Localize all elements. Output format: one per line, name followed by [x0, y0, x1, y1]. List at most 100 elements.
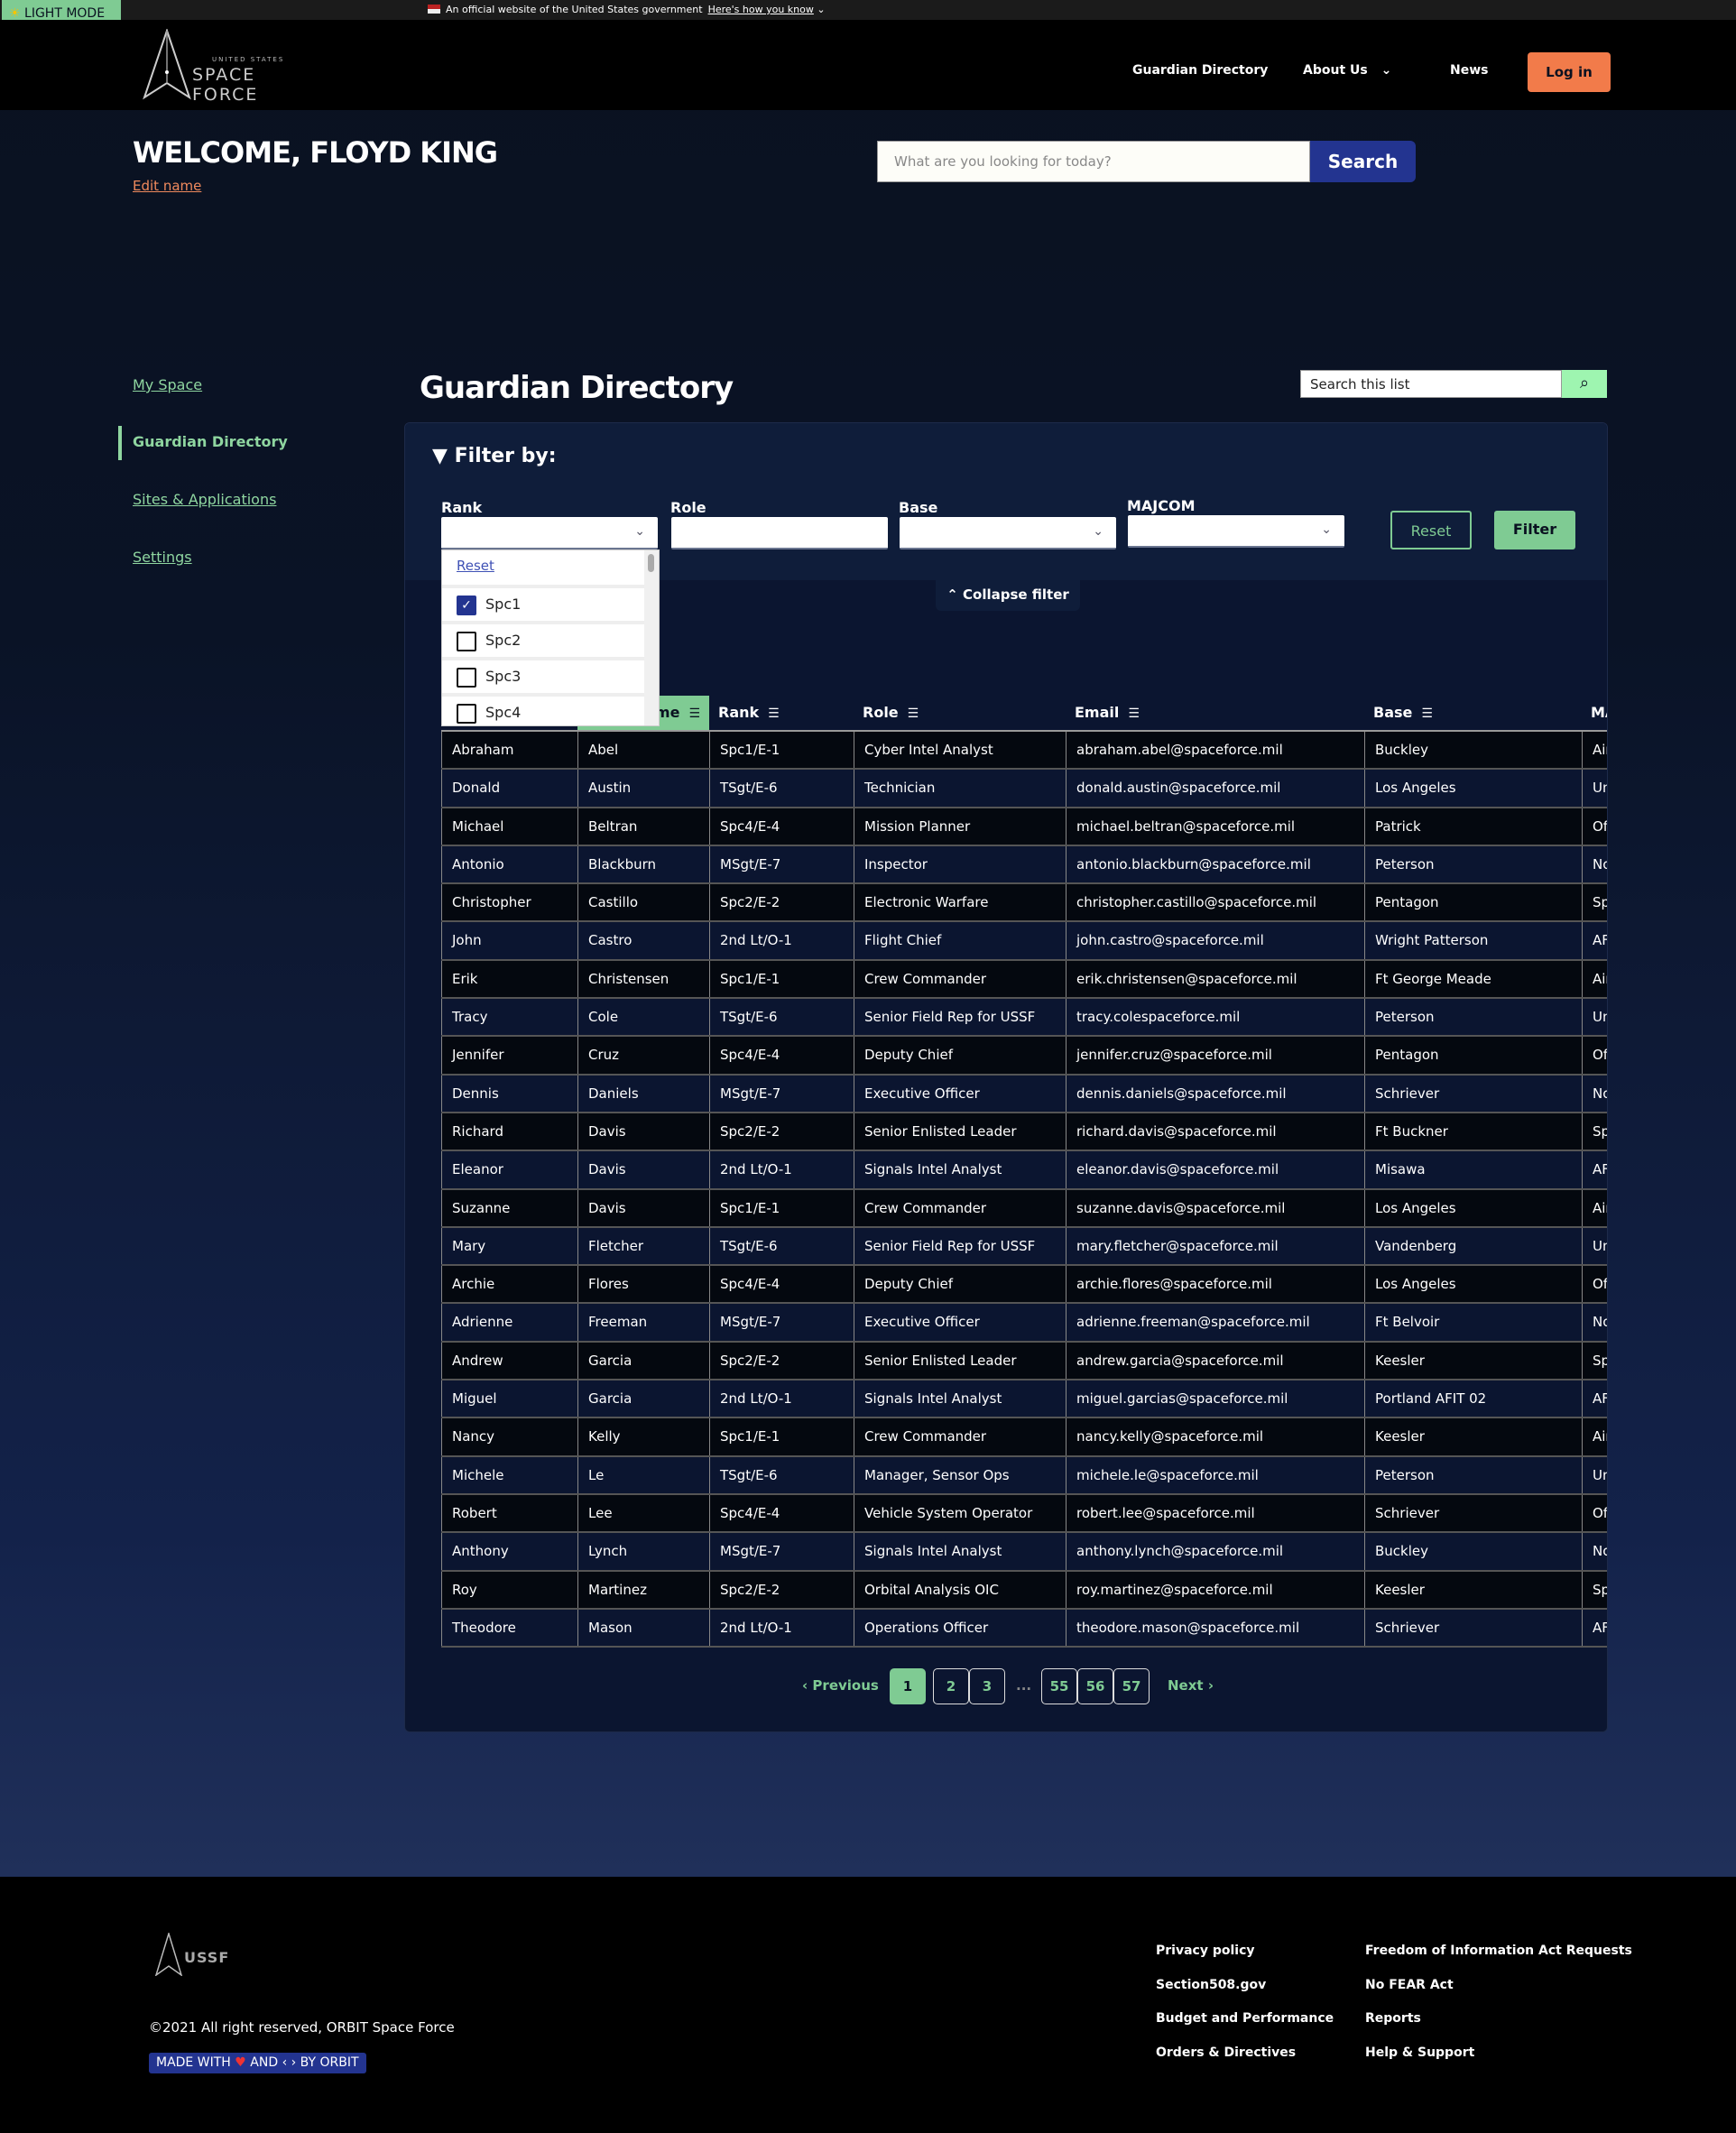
sort-filter-icon[interactable]: ☰ — [908, 706, 919, 721]
dropdown-option[interactable]: ✓ Spc1 — [442, 585, 644, 621]
table-row[interactable]: Jennifer Cruz Spc4/E-4 Deputy Chief jennifer… — [441, 1037, 1607, 1076]
table-row[interactable]: Eleanor Davis 2nd Lt/O-1 Signals Intel Anal… — [441, 1151, 1607, 1190]
site-search-input[interactable]: What are you looking for today? — [877, 141, 1310, 182]
table-row[interactable]: Abraham Abel Spc1/E-1 Cyber Intel Analyst ab… — [441, 732, 1607, 771]
table-row[interactable]: Miguel Garcia 2nd Lt/O-1 Signals Intel Anal… — [441, 1380, 1607, 1419]
sidebar-item-guardian-directory[interactable]: Guardian Directory — [133, 433, 288, 450]
majcom-select[interactable]: ⌄ — [1128, 515, 1344, 548]
dropdown-reset-link[interactable]: Reset — [457, 558, 494, 574]
checkbox[interactable] — [457, 668, 476, 688]
table-row[interactable]: Dennis Daniels MSgt/E-7 Executive Officer de… — [441, 1075, 1607, 1113]
table-row[interactable]: Suzanne Davis Spc1/E-1 Crew Commander suzann… — [441, 1189, 1607, 1228]
login-button[interactable]: Log in — [1528, 52, 1611, 92]
table-cell: Signals Intel Analyst — [854, 1151, 1066, 1188]
column-header[interactable]: Rank ☰ — [709, 696, 854, 730]
footer-link[interactable]: No FEAR Act — [1365, 1978, 1454, 1992]
footer-link[interactable]: Freedom of Information Act Requests — [1365, 1944, 1632, 1958]
base-select[interactable]: ⌄ — [900, 517, 1116, 549]
table-cell: Le — [577, 1456, 709, 1493]
sort-filter-icon[interactable]: ☰ — [768, 706, 780, 721]
checkbox[interactable]: ✓ — [457, 596, 476, 615]
dropdown-option[interactable]: Spc4 — [442, 693, 644, 725]
page-3-button[interactable]: 3 — [969, 1668, 1005, 1704]
column-header[interactable]: Base ☰ — [1364, 696, 1582, 730]
code-icon: ‹ › — [282, 2055, 297, 2070]
search-button[interactable]: Search — [1310, 141, 1416, 182]
space-force-logo[interactable]: UNITED STATES SPACE FORCE — [140, 29, 320, 105]
table-row[interactable]: Theodore Mason 2nd Lt/O-1 Operations Office… — [441, 1609, 1607, 1648]
table-row[interactable]: Mary Fletcher TSgt/E-6 Senior Field Rep for… — [441, 1227, 1607, 1267]
table-cell: AFI — [1582, 1151, 1607, 1188]
nav-news[interactable]: News — [1450, 63, 1488, 78]
footer-link[interactable]: Reports — [1365, 2011, 1421, 2026]
option-label: Spc1 — [485, 596, 522, 613]
table-row[interactable]: Anthony Lynch MSgt/E-7 Signals Intel Analys… — [441, 1533, 1607, 1572]
table-row[interactable]: Nancy Kelly Spc1/E-1 Crew Commander nancy.ke… — [441, 1418, 1607, 1457]
table-row[interactable]: Michele Le TSgt/E-6 Manager, Sensor Ops mich… — [441, 1456, 1607, 1495]
page-2-button[interactable]: 2 — [933, 1668, 969, 1704]
chevron-right-icon: › — [1207, 1677, 1214, 1694]
next-button[interactable]: Next › — [1168, 1677, 1214, 1694]
footer-link[interactable]: Help & Support — [1365, 2045, 1474, 2060]
column-header[interactable]: MA — [1582, 696, 1607, 730]
nav-about-us[interactable]: About Us ⌄ — [1303, 63, 1391, 78]
sun-icon: ☀ — [9, 6, 21, 21]
table-row[interactable]: Erik Christensen Spc1/E-1 Crew Commander eri… — [441, 960, 1607, 1000]
page-55-button[interactable]: 55 — [1041, 1668, 1077, 1704]
previous-button[interactable]: ‹ Previous — [802, 1677, 879, 1694]
sort-filter-icon[interactable]: ☰ — [688, 706, 700, 721]
edit-name-link[interactable]: Edit name — [133, 178, 201, 194]
made-with-badge[interactable]: MADE WITH ♥ AND ‹ › BY ORBIT — [149, 2053, 366, 2073]
checkbox[interactable] — [457, 704, 476, 724]
table-cell: Manager, Sensor Ops — [854, 1456, 1066, 1493]
column-header[interactable]: Email ☰ — [1066, 696, 1364, 730]
dropdown-option[interactable]: Spc2 — [442, 621, 644, 657]
rank-select[interactable]: ⌄ — [441, 517, 658, 549]
ussf-logo[interactable]: USSF — [155, 1933, 245, 1978]
sort-filter-icon[interactable]: ☰ — [1421, 706, 1433, 721]
footer-link[interactable]: Section508.gov — [1156, 1978, 1266, 1992]
table-row[interactable]: Donald Austin TSgt/E-6 Technician donald.aus… — [441, 770, 1607, 808]
sidebar-item-settings[interactable]: Settings — [133, 549, 192, 566]
sidebar-item-sites-applications[interactable]: Sites & Applications — [133, 491, 276, 508]
table-row[interactable]: John Castro 2nd Lt/O-1 Flight Chief john.cas… — [441, 922, 1607, 961]
page-1-button[interactable]: 1 — [890, 1668, 926, 1704]
table-cell: Spa — [1582, 1571, 1607, 1608]
list-search-button[interactable]: ⌕ — [1562, 370, 1607, 398]
table-row[interactable]: Michael Beltran Spc4/E-4 Mission Planner mic… — [441, 808, 1607, 846]
table-row[interactable]: Christopher Castillo Spc2/E-2 Electronic Wa… — [441, 884, 1607, 923]
list-search-input[interactable]: Search this list — [1300, 370, 1562, 398]
column-header[interactable]: Role ☰ — [854, 696, 1066, 730]
table-row[interactable]: Antonio Blackburn MSgt/E-7 Inspector antonio… — [441, 845, 1607, 885]
filter-apply-button[interactable]: Filter — [1494, 511, 1575, 549]
table-row[interactable]: Archie Flores Spc4/E-4 Deputy Chief archie.f… — [441, 1266, 1607, 1305]
page-57-button[interactable]: 57 — [1113, 1668, 1150, 1704]
checkbox[interactable] — [457, 632, 476, 651]
table-cell: Buckley — [1364, 1533, 1582, 1570]
collapse-filter-button[interactable]: ⌃ Collapse filter — [936, 580, 1080, 611]
dropdown-scrollbar[interactable] — [644, 550, 659, 725]
footer-link[interactable]: Orders & Directives — [1156, 2045, 1296, 2060]
page-56-button[interactable]: 56 — [1077, 1668, 1113, 1704]
table-cell: Pentagon — [1364, 884, 1582, 921]
filter-reset-button[interactable]: Reset — [1390, 511, 1472, 549]
table-row[interactable]: Richard Davis Spc2/E-2 Senior Enlisted Lead… — [441, 1113, 1607, 1152]
role-input[interactable] — [671, 517, 888, 549]
nav-guardian-directory[interactable]: Guardian Directory — [1132, 63, 1268, 78]
table-row[interactable]: Andrew Garcia Spc2/E-2 Senior Enlisted Lead… — [441, 1342, 1607, 1381]
table-cell: roy.martinez@spaceforce.mil — [1066, 1571, 1364, 1608]
dropdown-option[interactable]: Spc3 — [442, 657, 644, 693]
sidebar-item-my-space[interactable]: My Space — [133, 376, 202, 393]
table-row[interactable]: Adrienne Freeman MSgt/E-7 Executive Officer… — [441, 1304, 1607, 1343]
table-cell: Antonio — [441, 845, 577, 883]
table-row[interactable]: Roy Martinez Spc2/E-2 Orbital Analysis OIC r… — [441, 1571, 1607, 1610]
table-row[interactable]: Robert Lee Spc4/E-4 Vehicle System Operator… — [441, 1494, 1607, 1534]
footer-link[interactable]: Privacy policy — [1156, 1944, 1255, 1958]
table-row[interactable]: Tracy Cole TSgt/E-6 Senior Field Rep for US… — [441, 999, 1607, 1038]
sort-filter-icon[interactable]: ☰ — [1128, 706, 1140, 721]
table-cell: Spc4/E-4 — [709, 1037, 854, 1074]
table-cell: Off — [1582, 1037, 1607, 1074]
how-you-know-link[interactable]: Here's how you know — [708, 4, 814, 15]
footer-link[interactable]: Budget and Performance — [1156, 2011, 1334, 2026]
table-cell: Vandenberg — [1364, 1227, 1582, 1265]
